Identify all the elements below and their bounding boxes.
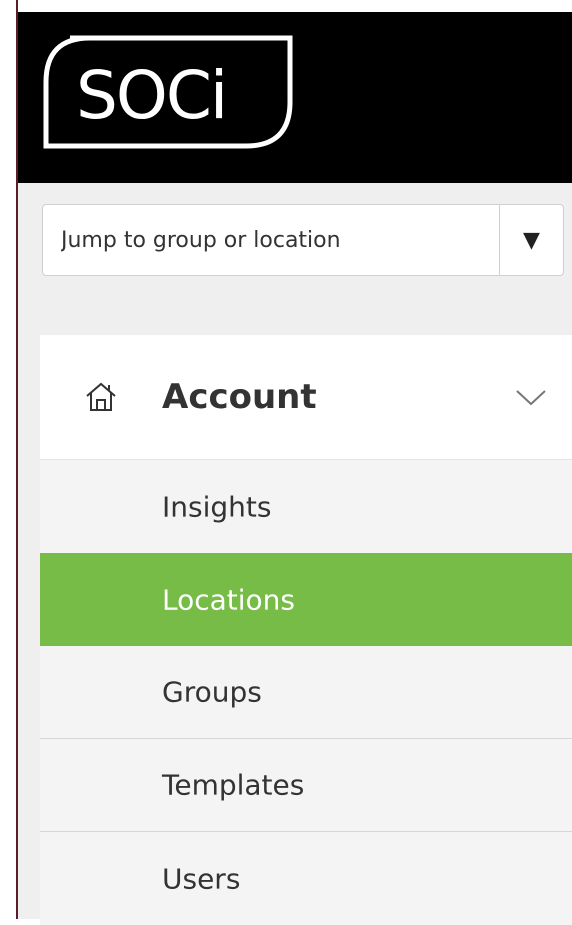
home-icon	[86, 382, 116, 411]
app-sidebar: SOCi ▼ Account Insights Locations	[18, 12, 572, 925]
nav-item-label: Groups	[162, 675, 262, 709]
jump-to-selector[interactable]: ▼	[42, 204, 564, 276]
nav-section-title: Account	[162, 377, 317, 417]
soci-logo[interactable]: SOCi	[38, 32, 298, 152]
nav-item-groups[interactable]: Groups	[40, 646, 572, 739]
top-bar: SOCi	[18, 12, 572, 183]
logo-text: SOCi	[76, 57, 226, 134]
nav-item-label: Users	[162, 862, 241, 895]
nav-item-locations[interactable]: Locations	[40, 553, 572, 646]
jump-dropdown-toggle[interactable]: ▼	[499, 205, 563, 275]
jump-search-input[interactable]	[43, 205, 499, 275]
window-edge	[0, 0, 18, 919]
nav-item-templates[interactable]: Templates	[40, 739, 572, 832]
nav-panel: Account Insights Locations Groups Templa…	[40, 335, 572, 925]
nav-item-insights[interactable]: Insights	[40, 460, 572, 553]
chevron-down-icon[interactable]	[514, 387, 548, 407]
nav-item-label: Insights	[162, 490, 272, 523]
dropdown-arrow-icon: ▼	[523, 227, 540, 253]
nav-item-label: Locations	[162, 583, 296, 616]
nav-item-label: Templates	[162, 768, 305, 802]
nav-section-account[interactable]: Account	[40, 335, 572, 460]
nav-item-users[interactable]: Users	[40, 832, 572, 925]
